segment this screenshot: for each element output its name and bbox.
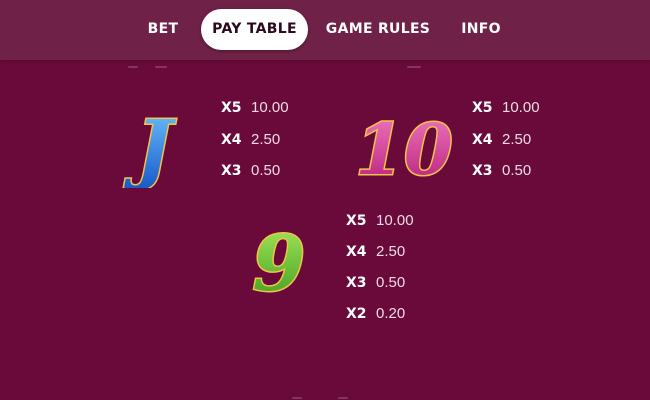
payout-multiplier: X4 bbox=[221, 132, 242, 148]
jack-symbol-icon: J bbox=[123, 104, 179, 188]
payout-multiplier: X3 bbox=[472, 163, 493, 179]
payout-value: 2.50 bbox=[502, 131, 532, 148]
payout-value: 0.50 bbox=[502, 162, 532, 179]
payout-multiplier: X4 bbox=[346, 244, 367, 260]
tab-bet[interactable]: BET bbox=[135, 9, 191, 50]
scroll-remnant-mid bbox=[155, 66, 167, 68]
scroll-remnant-bottom-left bbox=[292, 397, 302, 399]
payout-multiplier: X3 bbox=[346, 275, 367, 291]
nine-symbol-icon: 9 bbox=[251, 220, 307, 304]
payout-value: 0.50 bbox=[376, 274, 406, 291]
payout-value: 10.00 bbox=[502, 99, 540, 116]
payout-multiplier: X5 bbox=[346, 213, 367, 229]
payout-value: 2.50 bbox=[251, 131, 281, 148]
payout-value: 0.50 bbox=[251, 162, 281, 179]
payout-multiplier: X2 bbox=[346, 306, 367, 322]
payout-multiplier: X3 bbox=[221, 163, 242, 179]
pay-table-nav: BET PAY TABLE GAME RULES INFO bbox=[0, 0, 650, 60]
payout-multiplier: X4 bbox=[472, 132, 493, 148]
svg-text:10: 10 bbox=[355, 108, 452, 188]
scroll-remnant-bottom-right bbox=[338, 397, 348, 399]
svg-text:9: 9 bbox=[253, 220, 306, 304]
tab-game-rules[interactable]: GAME RULES bbox=[318, 9, 438, 50]
tab-pay-table[interactable]: PAY TABLE bbox=[201, 9, 308, 50]
scroll-remnant-right bbox=[407, 66, 421, 68]
payout-value: 0.20 bbox=[376, 305, 406, 322]
ten-symbol-icon: 10 bbox=[355, 107, 453, 189]
payout-multiplier: X5 bbox=[221, 100, 242, 116]
scroll-remnant-left bbox=[128, 66, 138, 68]
payout-value: 10.00 bbox=[376, 212, 414, 229]
tab-info[interactable]: INFO bbox=[450, 9, 512, 50]
payout-multiplier: X5 bbox=[472, 100, 493, 116]
svg-text:J: J bbox=[124, 104, 177, 188]
payout-value: 2.50 bbox=[376, 243, 406, 260]
payout-value: 10.00 bbox=[251, 99, 289, 116]
